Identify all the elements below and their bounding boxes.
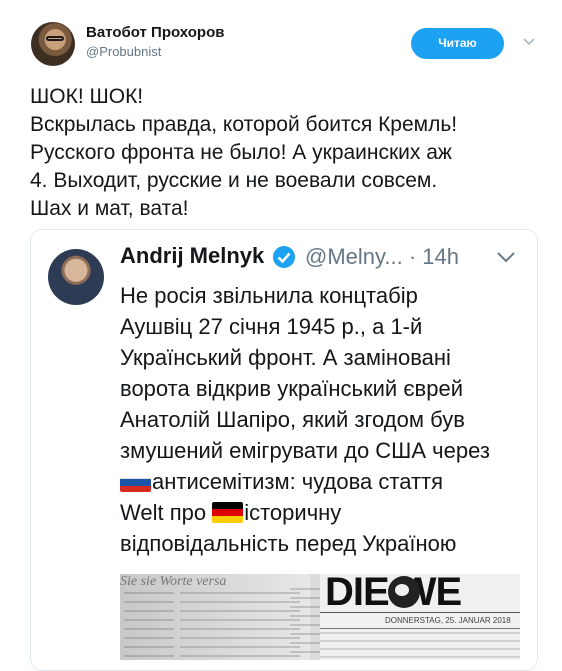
chevron-down-icon[interactable]	[496, 248, 516, 266]
quoted-line: відповідальність перед Україною	[120, 531, 457, 556]
quoted-tweet-text: Не росія звільнила концтабір Аушвіц 27 с…	[120, 280, 530, 559]
quoted-line-text: антисемітизм: чудова стаття	[152, 469, 444, 494]
tweet-line: 4. Выходит, русские и не воевали совсем.	[30, 169, 438, 192]
quoted-line-text: історичну	[244, 500, 342, 525]
quoted-line: ворота відкрив український єврей	[120, 376, 464, 401]
quoted-author-avatar[interactable]	[48, 249, 104, 305]
quoted-line: Анатолій Шапіро, який згодом був	[120, 407, 465, 432]
chevron-down-icon[interactable]	[522, 34, 536, 48]
following-button[interactable]: Читаю	[411, 28, 504, 59]
tweet-line: Русского фронта не было! А украинских аж	[30, 141, 452, 164]
quoted-line: Welt про історичну	[120, 497, 530, 528]
quoted-author-name[interactable]: Andrij Melnyk	[120, 243, 264, 269]
quoted-line: Український фронт. А заміновані	[120, 345, 451, 370]
newspaper-dateline: DONNERSTAG, 25. JANUAR 2018	[385, 616, 511, 625]
tweet-text: ШОК! ШОК! Вскрылась правда, которой боит…	[30, 83, 550, 223]
author-avatar[interactable]	[31, 22, 75, 66]
newspaper-image[interactable]: Sie sie Worte versa DIE WE DONNERSTAG, 2…	[120, 574, 520, 660]
newspaper-headline-fragment: Sie sie Worte versa	[120, 574, 227, 588]
tweet-line: Вскрылась правда, которой боится Кремль!	[30, 113, 458, 136]
tweet-line: ШОК! ШОК!	[30, 85, 144, 108]
russia-flag-icon	[120, 471, 151, 492]
germany-flag-icon	[212, 502, 244, 523]
quoted-line: Аушвіц 27 січня 1945 р., а 1-й	[120, 314, 423, 339]
quoted-line: антисемітизм: чудова стаття	[120, 466, 530, 497]
quoted-author-handle-time[interactable]: @Melny... · 14h	[305, 244, 459, 270]
quoted-line: змушений емігрувати до США через	[120, 438, 490, 463]
globe-logo-icon	[388, 576, 420, 608]
quoted-line-text: Welt про	[120, 500, 213, 525]
verified-badge-icon	[273, 246, 295, 268]
author-handle[interactable]: @Probubnist	[86, 44, 161, 59]
quoted-line: Не росія звільнила концтабір	[120, 283, 418, 308]
author-display-name[interactable]: Ватобот Прохоров	[86, 24, 224, 41]
tweet-line: Шах и мат, вата!	[30, 197, 189, 220]
